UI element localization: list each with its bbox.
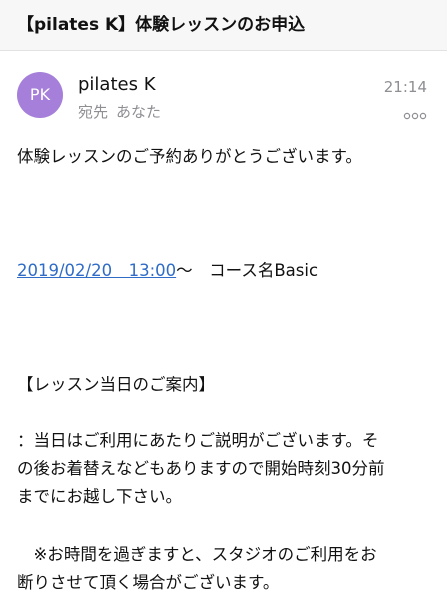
guide-info-line: の後お着替えなどもありますので開始時刻30分前 xyxy=(17,459,385,478)
email-subject: 【pilates K】体験レッスンのお申込 xyxy=(17,15,306,35)
sender-name[interactable]: pilates K xyxy=(78,74,156,95)
guide-info-line: までにお越し下さい。 xyxy=(17,487,182,506)
guide-info-line: ：当日はご利用にあたりご説明がございます。そ xyxy=(17,431,379,450)
datetime-link[interactable]: 2019/02/20 13:00 xyxy=(17,261,176,280)
late-note-line: 断りさせて頂く場合がございます。 xyxy=(17,573,280,592)
recipient-label: 宛先 xyxy=(78,103,109,121)
email-time: 21:14 xyxy=(383,78,427,96)
email-header: 【pilates K】体験レッスンのお申込 xyxy=(0,0,447,51)
greeting-text: 体験レッスンのご予約ありがとうございます。 xyxy=(17,147,362,166)
late-note-line: ※お時間を過ぎますと、スタジオのご利用をお xyxy=(17,545,377,564)
ellipsis-icon-graphic xyxy=(403,112,427,120)
sender-avatar[interactable]: PK xyxy=(17,72,63,118)
ellipsis-icon[interactable] xyxy=(403,106,427,120)
course-text: 〜 コース名Basic xyxy=(176,261,319,280)
recipient-line[interactable]: 宛先 あなた xyxy=(78,101,161,122)
guide-info: ：当日はご利用にあたりご説明がございます。そ の後お着替えなどもありますので開始… xyxy=(17,427,427,511)
reservation-line: 2019/02/20 13:00〜 コース名Basic xyxy=(17,257,427,285)
recipient-name: あなた xyxy=(116,103,162,121)
guide-heading: 【レッスン当日のご案内】 xyxy=(17,375,215,394)
late-note: ※お時間を過ぎますと、スタジオのご利用をお 断りさせて頂く場合がございます。 xyxy=(17,541,427,597)
